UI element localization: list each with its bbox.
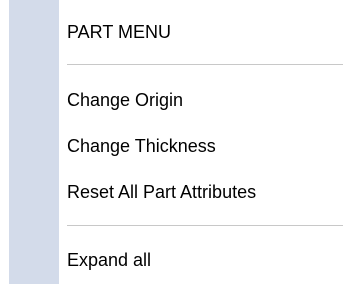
menu-separator	[67, 225, 343, 226]
part-context-menu: PART MENU Change Origin Change Thickness…	[0, 0, 343, 284]
menu-item-expand-all[interactable]: Expand all	[67, 246, 151, 274]
menu-header: PART MENU	[67, 22, 172, 42]
menu-separator	[67, 64, 343, 65]
menu-item-change-thickness[interactable]: Change Thickness	[67, 132, 216, 160]
menu-item-change-origin[interactable]: Change Origin	[67, 86, 183, 114]
menu-item-reset-all-part-attributes[interactable]: Reset All Part Attributes	[67, 178, 256, 206]
menu-icon-gutter	[9, 0, 59, 284]
